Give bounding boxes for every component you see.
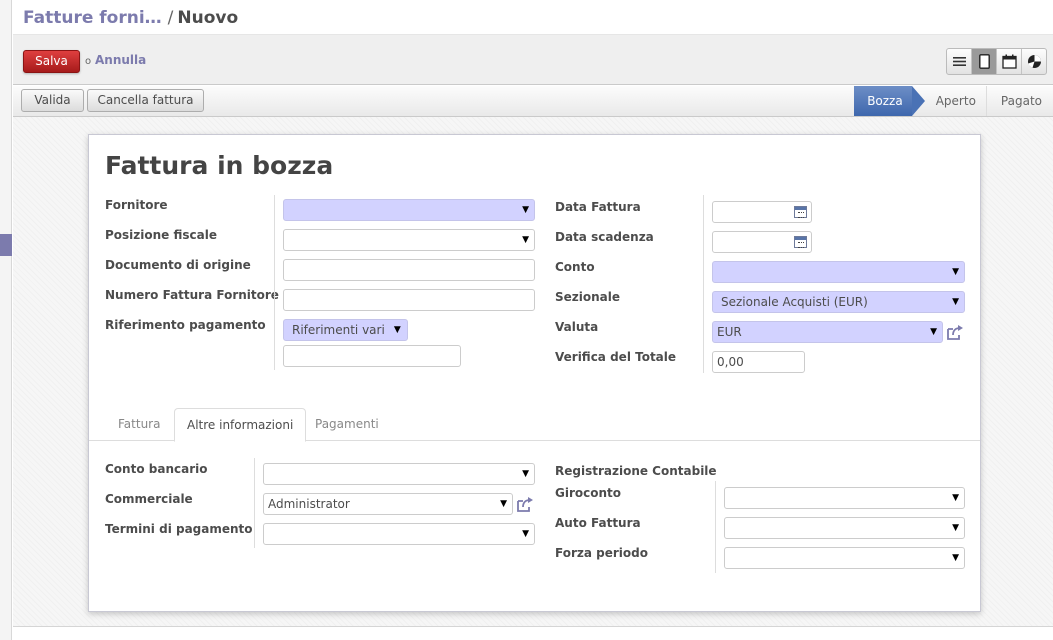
other-right-separator	[715, 481, 716, 573]
due-date-input[interactable]	[712, 231, 812, 253]
save-button[interactable]: Salva	[23, 50, 80, 73]
status-row: Valida Cancella fattura Bozza Aperto Pag…	[13, 86, 1053, 117]
invoice-date-input[interactable]	[712, 201, 812, 223]
chevron-down-icon: ▼	[930, 327, 937, 337]
move-label: Giroconto	[555, 486, 622, 500]
menu-marker[interactable]	[0, 234, 12, 256]
account-select[interactable]: ▼	[712, 261, 965, 283]
graph-view-button[interactable]	[1022, 49, 1046, 74]
chevron-down-icon: ▼	[393, 325, 401, 335]
salesperson-value: Administrator	[268, 497, 350, 511]
chevron-down-icon: ▼	[522, 235, 529, 245]
force-period-select[interactable]: ▼	[724, 547, 965, 569]
chevron-down-icon: ▼	[952, 493, 959, 503]
right-group-separator	[703, 195, 704, 373]
notebook-tabs: Fattura Altre informazioni Pagamenti	[89, 408, 980, 442]
payment-reference-type-select[interactable]: Riferimenti vari ▼	[283, 319, 408, 341]
tab-invoice[interactable]: Fattura	[106, 408, 172, 441]
journal-label: Sezionale	[555, 290, 621, 304]
calendar-icon	[1001, 54, 1017, 69]
payment-reference-type-value: Riferimenti vari	[292, 323, 385, 337]
tab-other-info[interactable]: Altre informazioni	[174, 408, 307, 442]
discard-link[interactable]: Annulla	[95, 53, 146, 67]
payment-terms-label: Termini di pagamento	[105, 522, 253, 536]
chevron-down-icon: ▼	[500, 499, 507, 509]
status-paid[interactable]: Pagato	[985, 86, 1053, 116]
statusbar: Bozza Aperto Pagato	[854, 86, 1053, 116]
graph-icon	[1027, 55, 1041, 68]
currency-label: Valuta	[555, 320, 599, 334]
self-invoice-label: Auto Fattura	[555, 516, 641, 530]
salesperson-label: Commerciale	[105, 492, 193, 506]
currency-select[interactable]: EUR ▼	[712, 321, 943, 343]
external-link-icon[interactable]	[946, 323, 964, 341]
check-total-label: Verifica del Totale	[555, 350, 677, 364]
check-total-input[interactable]: 0,00	[712, 351, 805, 373]
list-view-button[interactable]	[947, 49, 972, 74]
bank-account-select[interactable]: ▼	[263, 463, 535, 485]
salesperson-select[interactable]: Administrator ▼	[263, 493, 513, 515]
bank-account-label: Conto bancario	[105, 462, 208, 476]
chevron-down-icon: ▼	[522, 205, 529, 215]
sheet-background: Fattura in bozza Fornitore Posizione fis…	[13, 117, 1053, 627]
chevron-down-icon: ▼	[952, 267, 959, 277]
breadcrumb-current: Nuovo	[177, 8, 239, 28]
calendar-view-button[interactable]	[997, 49, 1022, 74]
other-left-separator	[254, 458, 255, 548]
supplier-label: Fornitore	[105, 198, 168, 212]
invoice-form-sheet: Fattura in bozza Fornitore Posizione fis…	[88, 134, 981, 612]
payment-reference-input[interactable]	[283, 345, 461, 367]
tab-payments[interactable]: Pagamenti	[303, 408, 391, 441]
view-switcher	[946, 48, 1047, 75]
fiscal-position-label: Posizione fiscale	[105, 228, 217, 242]
force-period-label: Forza periodo	[555, 546, 648, 560]
origin-input[interactable]	[283, 259, 535, 281]
left-rail	[0, 0, 12, 640]
supplier-invoice-number-input[interactable]	[283, 289, 535, 311]
chevron-down-icon: ▼	[522, 529, 529, 539]
form-view-button[interactable]	[972, 49, 997, 74]
status-draft[interactable]: Bozza	[854, 86, 925, 116]
self-invoice-select[interactable]: ▼	[724, 517, 965, 539]
chevron-down-icon: ▼	[952, 523, 959, 533]
payment-terms-select[interactable]: ▼	[263, 523, 535, 545]
origin-label: Documento di origine	[105, 258, 251, 272]
chevron-down-icon: ▼	[522, 469, 529, 479]
form-buttons-row: Salva o Annulla	[13, 35, 1053, 85]
breadcrumb-separator: /	[167, 8, 174, 28]
journal-select[interactable]: Sezionale Acquisti (EUR) ▼	[712, 291, 965, 313]
calendar-icon[interactable]	[794, 206, 807, 218]
accounting-entry-label: Registrazione Contabile	[555, 464, 717, 478]
journal-value: Sezionale Acquisti (EUR)	[721, 295, 868, 309]
form-icon	[978, 54, 990, 69]
payment-reference-label: Riferimento pagamento	[105, 318, 266, 332]
cancel-invoice-button[interactable]: Cancella fattura	[87, 89, 204, 112]
move-select[interactable]: ▼	[724, 487, 965, 509]
list-icon	[952, 57, 966, 66]
breadcrumb-parent-link[interactable]: Fatture forni…	[23, 8, 162, 28]
supplier-select[interactable]: ▼	[283, 199, 535, 221]
or-label: o	[85, 56, 92, 67]
validate-button[interactable]: Valida	[21, 89, 84, 112]
fiscal-position-select[interactable]: ▼	[283, 229, 535, 251]
invoice-date-label: Data Fattura	[555, 200, 641, 214]
form-title: Fattura in bozza	[105, 151, 334, 180]
calendar-icon[interactable]	[794, 236, 807, 248]
left-group-separator	[274, 195, 275, 370]
main-area: Fatture forni… / Nuovo Salva o Annulla Val…	[13, 0, 1053, 640]
status-open[interactable]: Aperto	[925, 86, 986, 116]
breadcrumb: Fatture forni… / Nuovo	[13, 0, 1053, 35]
chevron-down-icon: ▼	[952, 553, 959, 563]
external-link-icon[interactable]	[516, 495, 534, 513]
currency-value: EUR	[717, 325, 742, 339]
due-date-label: Data scadenza	[555, 230, 654, 244]
chevron-down-icon: ▼	[952, 297, 959, 307]
supplier-invoice-number-label: Numero Fattura Fornitore	[105, 288, 279, 302]
account-label: Conto	[555, 260, 595, 274]
